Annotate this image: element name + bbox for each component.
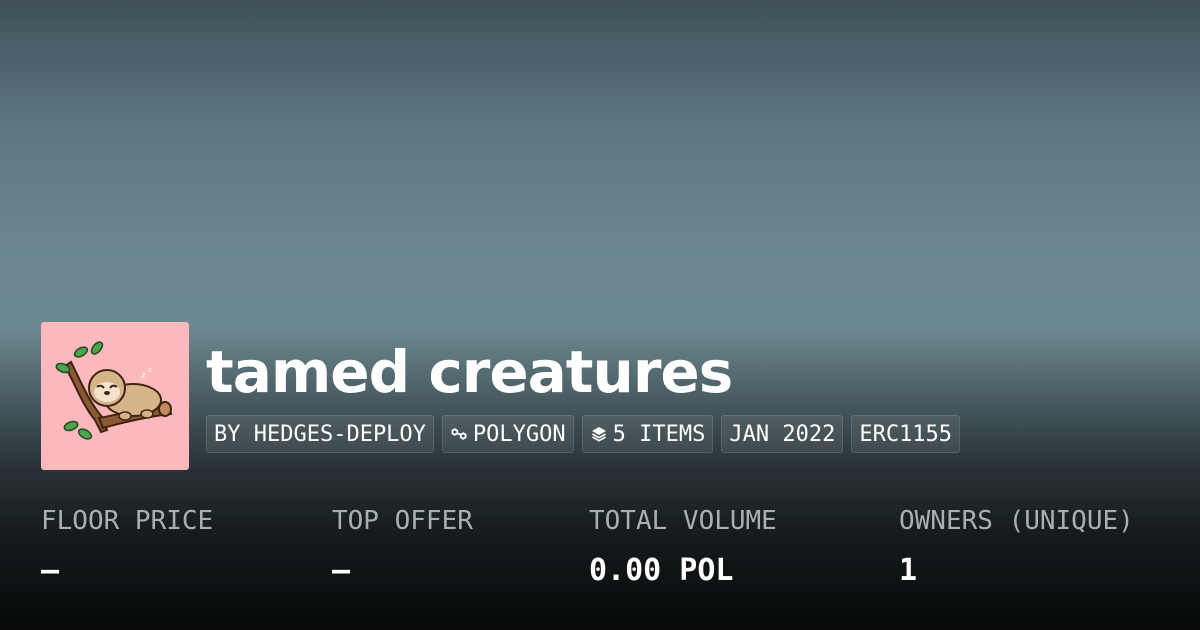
chain-tag[interactable]: POLYGON [441, 415, 574, 453]
owners-value: 1 [899, 553, 918, 588]
creator-tag-label: BY HEDGES-DEPLOY [214, 421, 426, 447]
svg-text:z: z [141, 371, 146, 381]
stat-owners: OWNERS (UNIQUE) 1 [899, 503, 1134, 591]
standard-tag-label: ERC1155 [859, 421, 953, 447]
polygon-chain-icon [451, 428, 467, 440]
svg-text:z: z [148, 366, 152, 374]
date-tag: JAN 2022 [721, 415, 844, 453]
creator-tag[interactable]: BY HEDGES-DEPLOY [206, 415, 434, 453]
stat-total-volume: TOTAL VOLUME 0.00 POL [589, 503, 777, 591]
total-volume-label: TOTAL VOLUME [589, 506, 777, 536]
standard-tag: ERC1155 [851, 415, 961, 453]
date-tag-label: JAN 2022 [729, 421, 836, 447]
layers-icon [591, 427, 606, 442]
floor-price-value: – [41, 553, 60, 588]
items-tag-label: 5 ITEMS [612, 421, 706, 447]
total-volume-value: 0.00 POL [589, 553, 734, 588]
collection-avatar: z z [41, 322, 189, 470]
collection-title: tamed creatures [206, 338, 733, 406]
items-tag[interactable]: 5 ITEMS [581, 415, 714, 453]
floor-price-label: FLOOR PRICE [41, 506, 214, 536]
owners-label: OWNERS (UNIQUE) [899, 506, 1134, 536]
top-offer-label: TOP OFFER [332, 506, 473, 536]
sloth-illustration-icon: z z [55, 341, 173, 440]
stat-floor-price: FLOOR PRICE – [41, 503, 213, 591]
top-offer-value: – [332, 553, 351, 588]
stat-top-offer: TOP OFFER – [332, 503, 473, 591]
chain-tag-label: POLYGON [472, 421, 566, 447]
collection-tags: BY HEDGES-DEPLOY POLYGON 5 ITEMS JAN 202… [206, 415, 961, 453]
